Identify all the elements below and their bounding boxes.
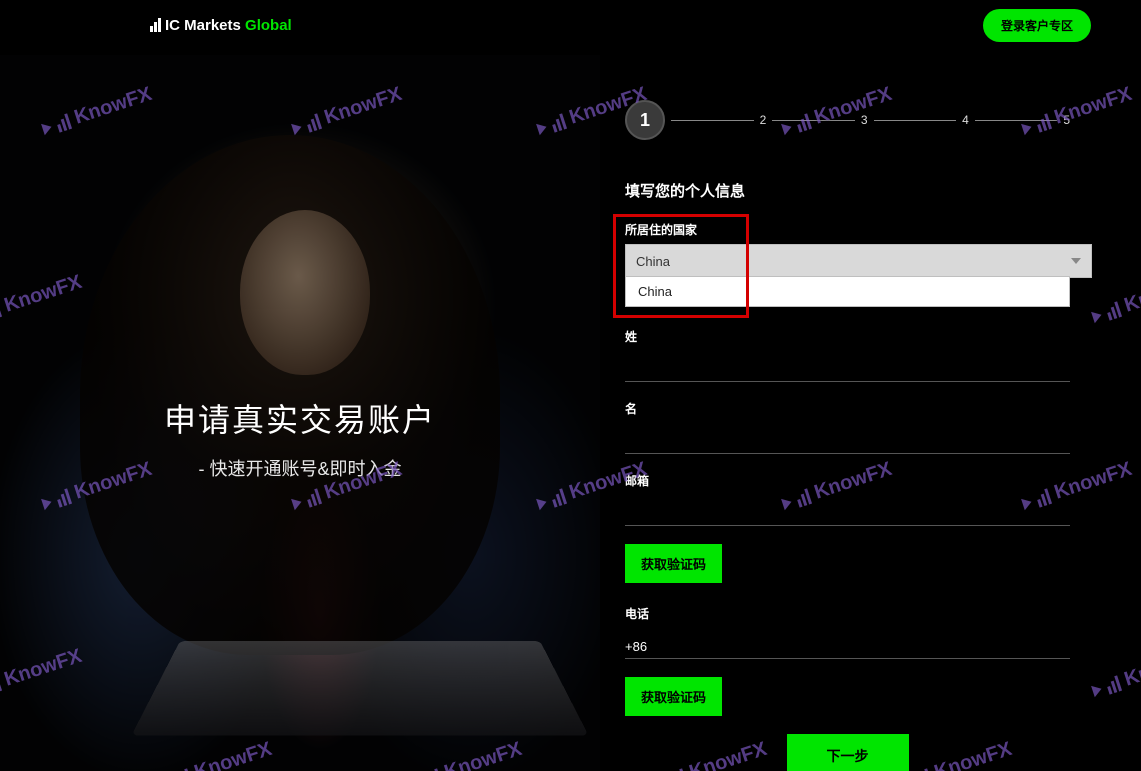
step-seg-4: 4: [868, 113, 969, 127]
hero-subtitle: - 快速开通账号&即时入金: [0, 455, 600, 481]
step-indicator: 1 2 3 4 5: [625, 100, 1070, 140]
step-seg-3: 3: [766, 113, 867, 127]
country-label: 所居住的国家: [625, 221, 1070, 238]
firstname-input[interactable]: [625, 423, 1070, 454]
step-seg-2: 2: [665, 113, 766, 127]
country-selected-value: China: [636, 254, 670, 269]
hero-shape-face: [240, 210, 370, 375]
field-country: 所居住的国家 China China: [625, 221, 1070, 278]
phone-prefix: +86: [625, 639, 647, 654]
hero-text: 申请真实交易账户 - 快速开通账号&即时入金: [0, 395, 600, 481]
hero-shape-laptop: [131, 641, 588, 736]
phone-input[interactable]: +86: [625, 628, 1070, 659]
country-select-wrap: China China: [625, 244, 1070, 278]
page-root: IC Markets Global 登录客户专区 申请真实交易账户 - 快速开通…: [0, 0, 1141, 771]
surname-input[interactable]: [625, 351, 1070, 382]
brand-logo: IC Markets Global: [150, 17, 292, 34]
hero-title: 申请真实交易账户: [0, 395, 600, 441]
country-select[interactable]: China: [625, 244, 1092, 278]
watermark: KnowFX: [1089, 645, 1141, 702]
signup-form: 1 2 3 4 5 填写您的个人信息 所居住的国家 China China 姓: [625, 100, 1070, 771]
get-email-code-button[interactable]: 获取验证码: [625, 544, 722, 583]
phone-label: 电话: [625, 605, 1070, 622]
form-section-title: 填写您的个人信息: [625, 180, 1070, 201]
country-option-china[interactable]: China: [626, 277, 1069, 306]
field-email: 邮箱: [625, 472, 1070, 526]
country-dropdown[interactable]: China: [625, 276, 1070, 307]
login-button[interactable]: 登录客户专区: [983, 9, 1091, 42]
field-surname: 姓: [625, 328, 1070, 382]
get-phone-code-button[interactable]: 获取验证码: [625, 677, 722, 716]
firstname-label: 名: [625, 400, 1070, 417]
header-bar: IC Markets Global 登录客户专区: [0, 0, 1141, 50]
email-input[interactable]: [625, 495, 1070, 526]
chevron-down-icon: [1071, 258, 1081, 264]
brand-text: IC Markets Global: [165, 17, 292, 34]
surname-label: 姓: [625, 328, 1070, 345]
field-firstname: 名: [625, 400, 1070, 454]
field-phone: 电话 +86: [625, 605, 1070, 659]
next-step-button[interactable]: 下一步: [787, 734, 909, 771]
bars-icon: [150, 18, 161, 32]
watermark: KnowFX: [1089, 271, 1141, 328]
step-seg-5: 5: [969, 113, 1070, 127]
email-label: 邮箱: [625, 472, 1070, 489]
step-current: 1: [625, 100, 665, 140]
